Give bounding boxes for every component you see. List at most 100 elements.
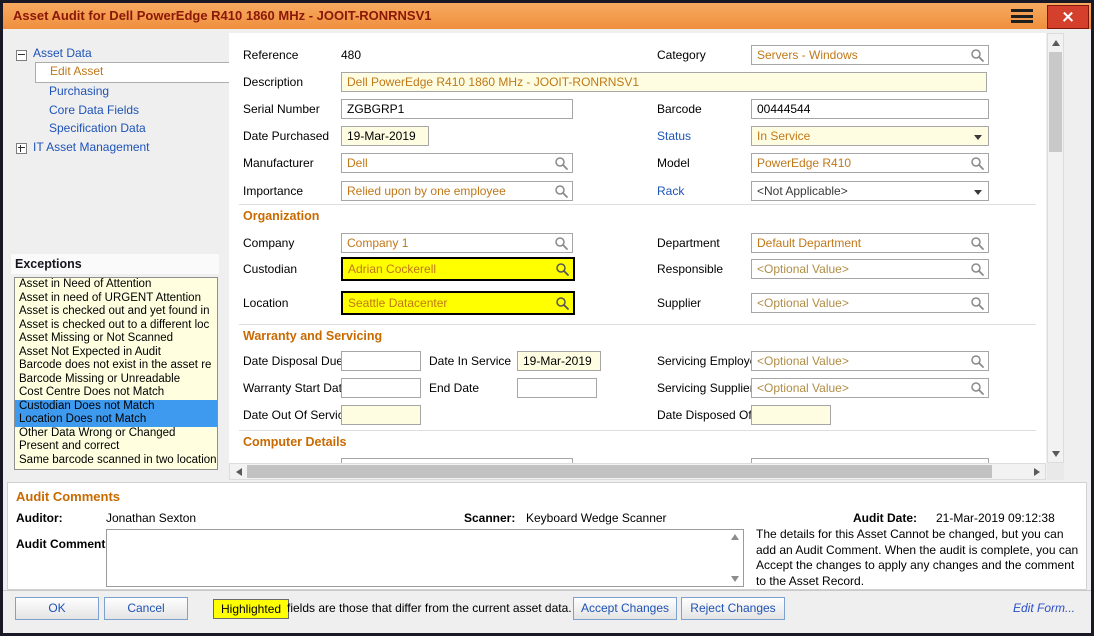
exception-item[interactable]: Same barcode scanned in two location (15, 454, 217, 468)
date-disposal-due-field[interactable] (341, 351, 421, 371)
exception-item-selected[interactable]: Custodian Does not Match (15, 400, 217, 414)
scroll-down-icon[interactable] (1048, 446, 1063, 461)
barcode-field[interactable]: 00444544 (751, 99, 989, 119)
search-icon[interactable] (970, 262, 985, 277)
rack-dropdown[interactable]: <Not Applicable> (751, 181, 989, 201)
exception-item[interactable]: Barcode does not exist in the asset re (15, 359, 217, 373)
importance-field[interactable]: Relied upon by one employee (341, 181, 573, 201)
tree-item-it-asset-management[interactable]: IT Asset Management (33, 140, 150, 154)
exception-item[interactable]: Present and correct (15, 440, 217, 454)
vertical-scroll-thumb[interactable] (1049, 52, 1062, 152)
chevron-down-icon[interactable] (974, 135, 982, 140)
servicing-employee-field[interactable]: <Optional Value> (751, 351, 989, 371)
rack-label[interactable]: Rack (657, 184, 684, 198)
search-icon[interactable] (970, 48, 985, 63)
search-icon[interactable] (970, 296, 985, 311)
search-icon[interactable] (555, 262, 570, 277)
date-purchased-value: 19-Mar-2019 (347, 129, 416, 143)
exception-item[interactable]: Asset in need of URGENT Attention (15, 292, 217, 306)
serial-number-field[interactable]: ZGBGRP1 (341, 99, 573, 119)
scroll-up-icon[interactable] (731, 534, 739, 540)
tree-item-core-data-fields[interactable]: Core Data Fields (49, 103, 139, 117)
responsible-field[interactable]: <Optional Value> (751, 259, 989, 279)
section-divider (239, 430, 1036, 431)
location-field-highlighted[interactable]: Seattle Datacenter (341, 291, 575, 315)
highlighted-legend-chip: Highlighted (213, 599, 289, 619)
responsible-value: <Optional Value> (757, 262, 849, 276)
expand-icon[interactable] (16, 143, 27, 154)
tree-item-purchasing[interactable]: Purchasing (49, 84, 109, 98)
collapse-icon[interactable] (16, 50, 27, 61)
search-icon[interactable] (970, 236, 985, 251)
custodian-field-highlighted[interactable]: Adrian Cockerell (341, 257, 575, 281)
search-icon[interactable] (554, 156, 569, 171)
tree-item-edit-asset[interactable]: Edit Asset (35, 62, 233, 83)
exception-item[interactable]: Asset is checked out and yet found in (15, 305, 217, 319)
scroll-up-icon[interactable] (1048, 35, 1063, 50)
description-field[interactable]: Dell PowerEdge R410 1860 MHz - JOOIT-RON… (341, 72, 987, 92)
model-field[interactable]: PowerEdge R410 (751, 153, 989, 173)
servicing-employee-label: Servicing Employee (657, 354, 763, 368)
exception-item[interactable]: Asset Not Expected in Audit (15, 346, 217, 360)
rack-value: <Not Applicable> (757, 184, 848, 198)
date-in-service-label: Date In Service (429, 354, 511, 368)
scroll-left-icon[interactable] (231, 464, 246, 479)
reject-changes-button[interactable]: Reject Changes (681, 597, 785, 620)
search-icon[interactable] (555, 296, 570, 311)
tree-item-asset-data[interactable]: Asset Data (33, 46, 92, 60)
computer-details-section-header: Computer Details (243, 435, 347, 449)
date-disposal-due-label: Date Disposal Due (243, 354, 343, 368)
status-label[interactable]: Status (657, 129, 691, 143)
scroll-right-icon[interactable] (1029, 464, 1044, 479)
tree-item-specification-data[interactable]: Specification Data (49, 121, 146, 135)
ok-button[interactable]: OK (15, 597, 99, 620)
chevron-down-icon[interactable] (974, 190, 982, 195)
titlebar: Asset Audit for Dell PowerEdge R410 1860… (3, 3, 1091, 29)
exception-item[interactable]: Asset in Need of Attention (15, 278, 217, 292)
exception-item[interactable]: Barcode Missing or Unreadable (15, 373, 217, 387)
horizontal-scroll-thumb[interactable] (247, 465, 992, 478)
date-out-of-service-field[interactable] (341, 405, 421, 425)
search-icon[interactable] (970, 354, 985, 369)
scrollbar-corner (1047, 463, 1064, 480)
exception-item-selected[interactable]: Location Does not Match (15, 413, 217, 427)
date-in-service-field[interactable]: 19-Mar-2019 (517, 351, 601, 371)
exception-item[interactable]: Cost Centre Does not Match (15, 386, 217, 400)
company-field[interactable]: Company 1 (341, 233, 573, 253)
servicing-supplier-field[interactable]: <Optional Value> (751, 378, 989, 398)
vertical-scrollbar[interactable] (1047, 33, 1064, 463)
status-dropdown[interactable]: In Service (751, 126, 989, 146)
company-label: Company (243, 236, 294, 250)
date-purchased-field[interactable]: 19-Mar-2019 (341, 126, 429, 146)
search-icon[interactable] (554, 236, 569, 251)
audit-info-text: The details for this Asset Cannot be cha… (756, 527, 1084, 589)
category-field[interactable]: Servers - Windows (751, 45, 989, 65)
horizontal-scrollbar[interactable] (229, 463, 1046, 480)
department-field[interactable]: Default Department (751, 233, 989, 253)
audit-comment-input[interactable] (106, 529, 744, 587)
scroll-down-icon[interactable] (731, 576, 739, 582)
exception-item[interactable]: Asset Missing or Not Scanned (15, 332, 217, 346)
responsible-label: Responsible (657, 262, 723, 276)
category-label: Category (657, 48, 706, 62)
search-icon[interactable] (554, 184, 569, 199)
exception-item[interactable]: Other Data Wrong or Changed (15, 427, 217, 441)
close-icon[interactable] (1047, 5, 1089, 29)
description-label: Description (243, 75, 303, 89)
end-date-field[interactable] (517, 378, 597, 398)
warranty-start-date-field[interactable] (341, 378, 421, 398)
search-icon[interactable] (970, 381, 985, 396)
scanner-value: Keyboard Wedge Scanner (526, 511, 667, 525)
supplier-field[interactable]: <Optional Value> (751, 293, 989, 313)
date-purchased-label: Date Purchased (243, 129, 329, 143)
edit-form-link[interactable]: Edit Form... (1013, 601, 1075, 615)
date-disposed-of-field[interactable] (751, 405, 831, 425)
scanner-label: Scanner: (464, 511, 515, 525)
accept-changes-button[interactable]: Accept Changes (573, 597, 677, 620)
hamburger-menu-icon[interactable] (1011, 9, 1033, 24)
cancel-button[interactable]: Cancel (104, 597, 188, 620)
exception-item[interactable]: Asset is checked out to a different loc (15, 319, 217, 333)
date-out-of-service-label: Date Out Of Service (243, 408, 350, 422)
manufacturer-field[interactable]: Dell (341, 153, 573, 173)
search-icon[interactable] (970, 156, 985, 171)
